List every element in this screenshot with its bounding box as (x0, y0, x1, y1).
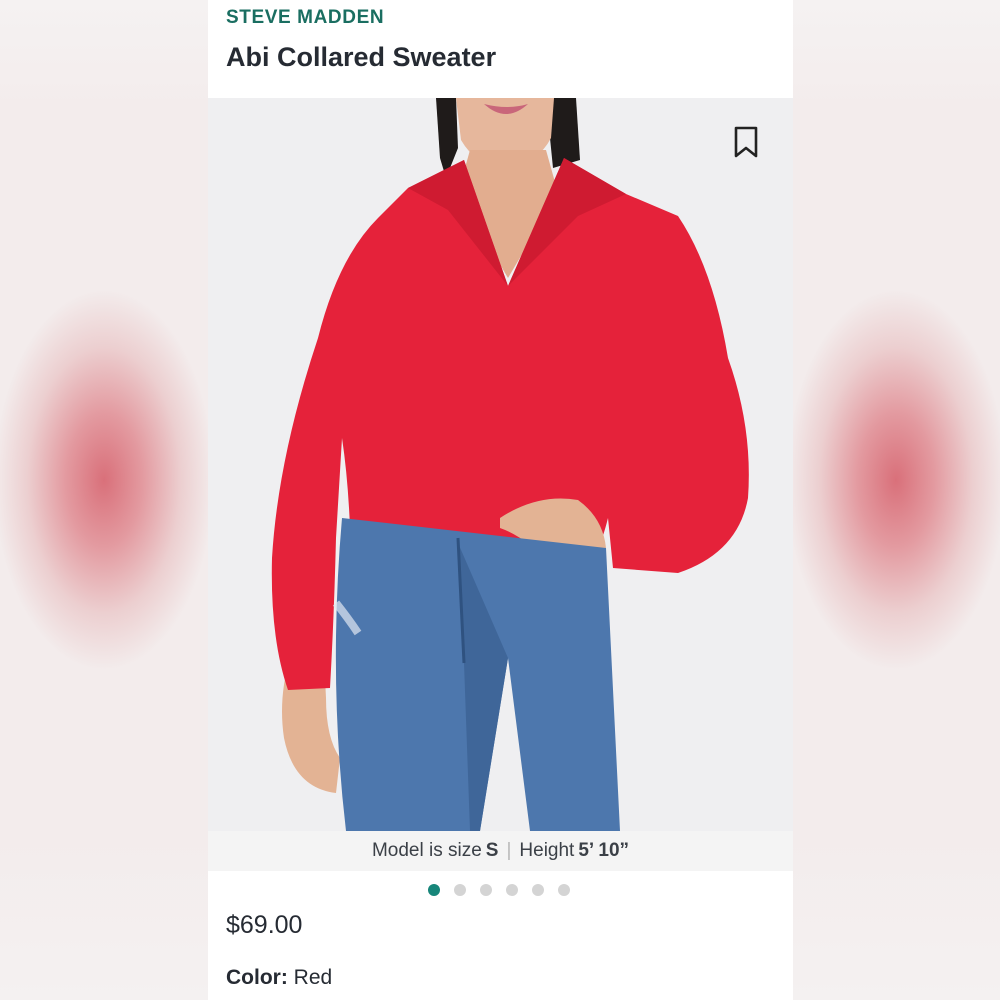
product-image[interactable] (208, 98, 793, 831)
carousel-dot-4[interactable] (506, 884, 518, 896)
bookmark-icon[interactable] (732, 125, 760, 159)
model-info-separator: | (506, 840, 512, 861)
blurred-backdrop-right (792, 0, 1000, 1000)
model-height-label: Height (519, 840, 575, 861)
product-title: Abi Collared Sweater (226, 42, 497, 72)
product-page: STEVE MADDEN Abi Collared Sweater Model … (208, 0, 793, 1000)
model-height-value: 5’ 10” (578, 840, 630, 861)
color-value: Red (293, 966, 333, 989)
model-size-label: Model is size (371, 840, 482, 861)
carousel-dot-5[interactable] (532, 884, 544, 896)
carousel-dot-2[interactable] (454, 884, 466, 896)
carousel-dot-1[interactable] (428, 884, 440, 896)
blurred-backdrop-left (0, 0, 208, 1000)
model-size-value: S (485, 840, 499, 861)
product-photo-illustration (271, 98, 749, 831)
image-carousel-dots (428, 884, 570, 896)
brand-name[interactable]: STEVE MADDEN (226, 7, 384, 29)
color-label: Color: (226, 966, 288, 989)
model-info-bar: Model is size S | Height 5’ 10” (208, 831, 793, 871)
carousel-dot-3[interactable] (480, 884, 492, 896)
product-price: $69.00 (226, 911, 303, 939)
color-selector[interactable]: Color: Red (226, 966, 332, 990)
carousel-dot-6[interactable] (558, 884, 570, 896)
